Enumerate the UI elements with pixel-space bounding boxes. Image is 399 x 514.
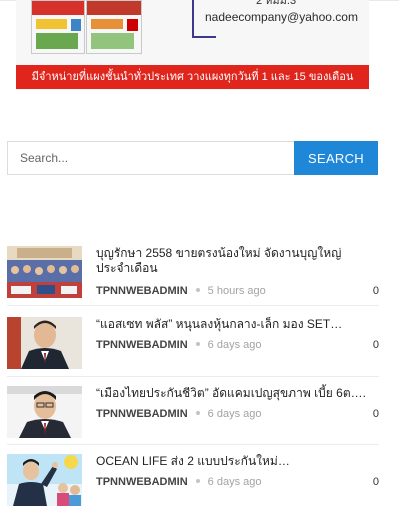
comment-count[interactable]: 0 — [373, 339, 379, 351]
search-button[interactable]: SEARCH — [294, 141, 378, 175]
separator-dot — [195, 288, 200, 293]
post-author[interactable]: TPNNWEBADMIN — [96, 408, 188, 420]
post-time: 6 days ago — [207, 408, 262, 420]
separator-dot — [195, 479, 200, 484]
list-divider — [7, 376, 379, 377]
post-thumbnail[interactable] — [7, 317, 82, 369]
banner-phone: 2 หมม.3 — [256, 0, 297, 7]
banner-email: nadeecompany@yahoo.com — [205, 10, 358, 24]
separator-dot — [195, 342, 200, 347]
separator-dot — [195, 411, 200, 416]
comment-count[interactable]: 0 — [373, 408, 379, 420]
comment-count[interactable]: 0 — [373, 285, 379, 297]
post-thumbnail[interactable] — [7, 454, 82, 506]
comment-count[interactable]: 0 — [373, 476, 379, 488]
magazine-cover-image — [86, 0, 142, 54]
post-title[interactable]: บุญรักษา 2558 ขายตรงน้องใหม่ จัดงานบุญให… — [96, 246, 366, 276]
banner-ribbon: มีจำหน่ายที่แผงชั้นนำทั่วประเทศ วางแผงทุ… — [16, 65, 369, 89]
magazine-cover-image — [31, 0, 85, 54]
search-form: SEARCH — [7, 141, 378, 175]
decorative-bracket — [192, 0, 194, 38]
post-meta: TPNNWEBADMIN 6 days ago — [96, 476, 262, 488]
post-title[interactable]: “แอสเซท พลัส” หนุนลงหุ้นกลาง-เล็ก มอง SE… — [96, 317, 366, 332]
post-author[interactable]: TPNNWEBADMIN — [96, 285, 188, 297]
search-input[interactable] — [7, 141, 294, 175]
post-meta: TPNNWEBADMIN 5 hours ago — [96, 285, 266, 297]
post-thumbnail[interactable] — [7, 386, 82, 438]
post-title[interactable]: “เมืองไทยประกันชีวิต” อัดแคมเปญสุขภาพ เบ… — [96, 386, 366, 401]
advertisement-banner[interactable]: 2 หมม.3 nadeecompany@yahoo.com มีจำหน่าย… — [16, 0, 369, 90]
post-time: 6 days ago — [207, 339, 262, 351]
post-meta: TPNNWEBADMIN 6 days ago — [96, 339, 262, 351]
list-divider — [7, 444, 379, 445]
decorative-bracket — [192, 36, 216, 38]
list-divider — [7, 305, 379, 306]
post-thumbnail[interactable] — [7, 246, 82, 298]
post-title[interactable]: OCEAN LIFE ส่ง 2 แบบประกันใหม่… — [96, 454, 366, 469]
post-meta: TPNNWEBADMIN 6 days ago — [96, 408, 262, 420]
post-time: 6 days ago — [207, 476, 262, 488]
post-author[interactable]: TPNNWEBADMIN — [96, 339, 188, 351]
post-author[interactable]: TPNNWEBADMIN — [96, 476, 188, 488]
post-time: 5 hours ago — [207, 285, 266, 297]
